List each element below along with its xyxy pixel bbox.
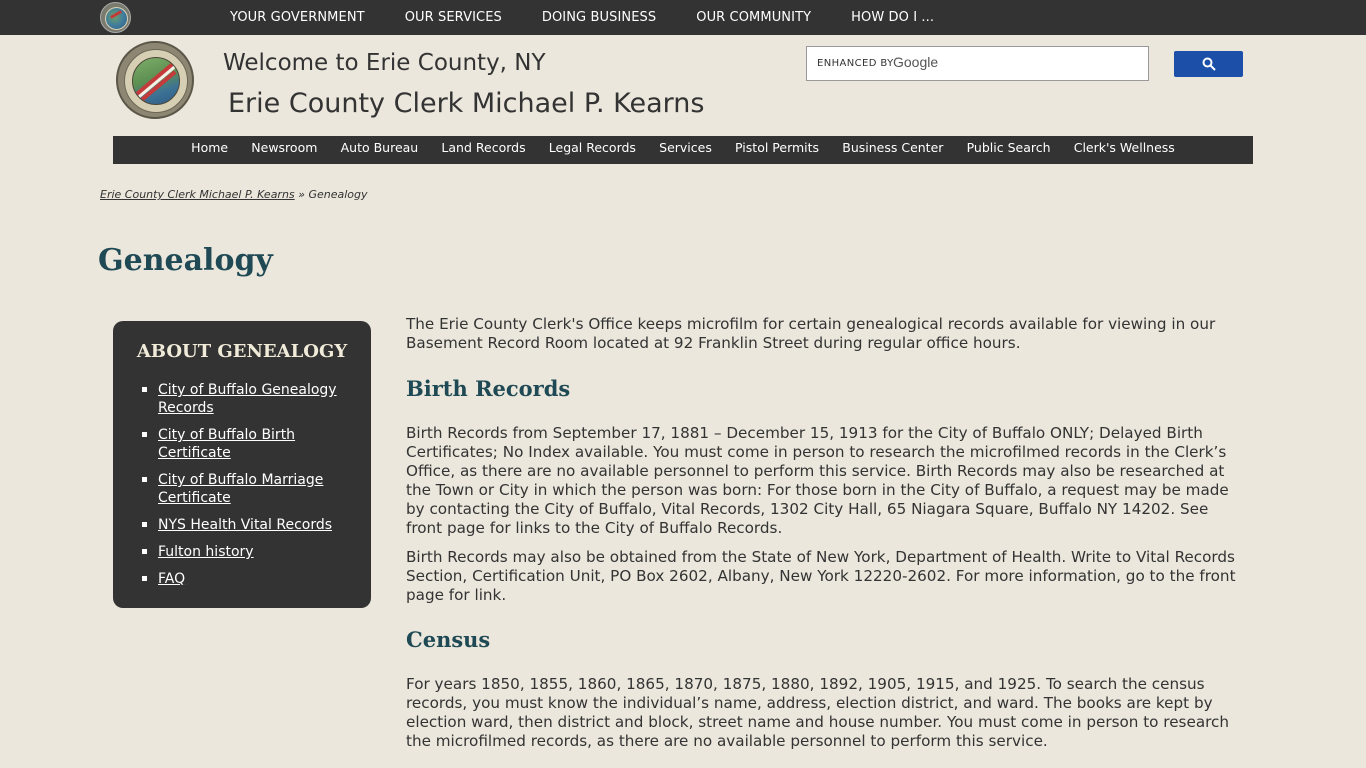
nav-public-search[interactable]: Public Search [955,136,1062,164]
nav-land-records[interactable]: Land Records [430,136,537,164]
main-content: The Erie County Clerk's Office keeps mic… [406,315,1244,751]
census-paragraph: For years 1850, 1855, 1860, 1865, 1870, … [406,675,1230,750]
top-nav-our-services[interactable]: OUR SERVICES [405,0,502,35]
nav-services[interactable]: Services [648,136,724,164]
birth-records-paragraph-1: Birth Records from September 17, 1881 – … [406,424,1229,537]
search-enhanced-label: ENHANCED BY [817,58,894,69]
nav-auto-bureau[interactable]: Auto Bureau [329,136,430,164]
sidebar-link-buffalo-birth[interactable]: City of Buffalo Birth Certificate [158,427,295,461]
nav-legal-records[interactable]: Legal Records [537,136,647,164]
sidebar-link-nys-health[interactable]: NYS Health Vital Records [158,517,332,533]
page-title: Genealogy [98,243,273,278]
sidebar: ABOUT GENEALOGY City of Buffalo Genealog… [113,321,371,608]
sidebar-links: City of Buffalo Genealogy Records City o… [142,381,364,597]
top-nav: YOUR GOVERNMENT OUR SERVICES DOING BUSIN… [230,0,974,35]
intro-paragraph: The Erie County Clerk's Office keeps mic… [406,315,1216,352]
breadcrumb-current: Genealogy [308,188,368,201]
breadcrumb-separator: » [294,188,309,201]
breadcrumb-parent-link[interactable]: Erie County Clerk Michael P. Kearns [100,188,295,201]
sidebar-link-fulton-history[interactable]: Fulton history [158,544,254,560]
list-item: City of Buffalo Genealogy Records [142,381,364,417]
nav-business-center[interactable]: Business Center [831,136,955,164]
list-item: FAQ [142,570,364,588]
sidebar-link-buffalo-marriage[interactable]: City of Buffalo Marriage Certificate [158,472,323,506]
top-bar: YOUR GOVERNMENT OUR SERVICES DOING BUSIN… [0,0,1366,35]
nav-pistol-permits[interactable]: Pistol Permits [723,136,830,164]
list-item: City of Buffalo Marriage Certificate [142,471,364,507]
welcome-heading: Welcome to Erie County, NY [223,50,546,76]
search-button[interactable] [1174,51,1243,77]
county-logo-icon[interactable] [100,2,131,33]
list-item: Fulton history [142,543,364,561]
top-nav-doing-business[interactable]: DOING BUSINESS [542,0,656,35]
list-item: NYS Health Vital Records [142,516,364,534]
list-item: City of Buffalo Birth Certificate [142,426,364,462]
county-seal-icon[interactable] [116,41,194,119]
site-subtitle[interactable]: Erie County Clerk Michael P. Kearns [228,88,704,119]
nav-clerks-wellness[interactable]: Clerk's Wellness [1062,136,1186,164]
top-nav-how-do-i[interactable]: HOW DO I ... [851,0,934,35]
nav-home[interactable]: Home [180,136,240,164]
sidebar-link-faq[interactable]: FAQ [158,571,185,587]
main-nav: Home Newsroom Auto Bureau Land Records L… [113,136,1253,164]
search-input[interactable]: ENHANCED BY Google [806,46,1149,81]
birth-records-paragraph-2: Birth Records may also be obtained from … [406,548,1236,604]
top-nav-our-community[interactable]: OUR COMMUNITY [696,0,811,35]
top-nav-your-government[interactable]: YOUR GOVERNMENT [230,0,365,35]
search-icon [1202,57,1216,71]
sidebar-link-buffalo-genealogy[interactable]: City of Buffalo Genealogy Records [158,382,337,416]
sidebar-heading: ABOUT GENEALOGY [136,341,348,362]
census-heading: Census [406,627,491,652]
nav-newsroom[interactable]: Newsroom [240,136,329,164]
birth-records-heading: Birth Records [406,376,571,401]
search-brand-label: Google [893,54,939,70]
breadcrumb: Erie County Clerk Michael P. Kearns » Ge… [100,188,368,201]
